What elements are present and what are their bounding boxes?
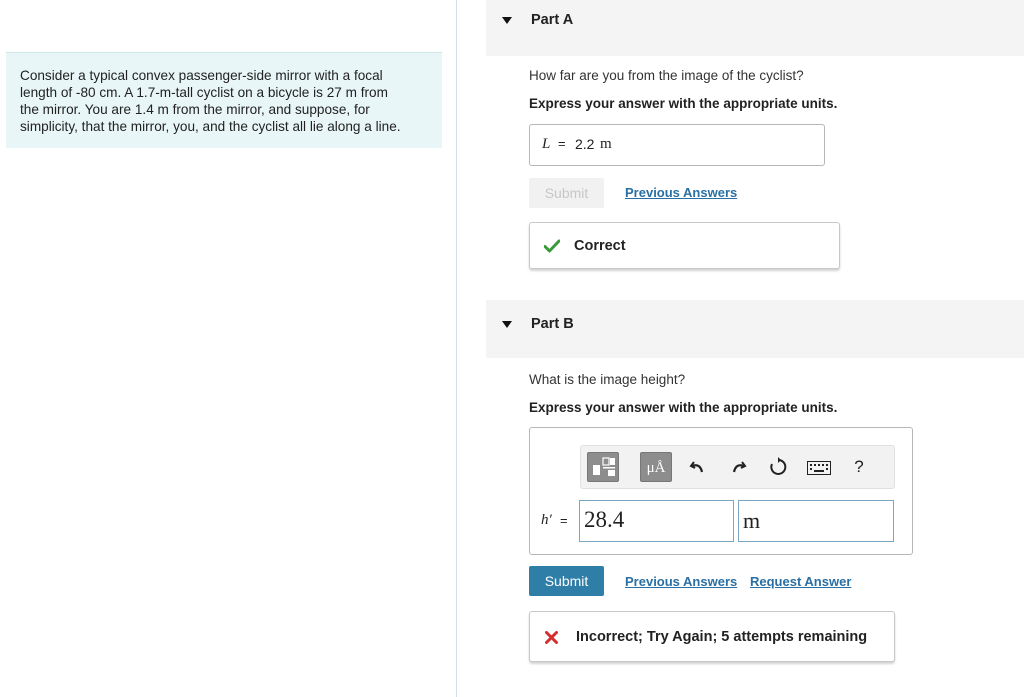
redo-icon[interactable] [729,458,747,476]
checkmark-icon [544,239,560,253]
part-a-answer-display: L = 2.2 m [529,124,825,166]
part-b-header[interactable]: Part B [486,300,1024,358]
collapse-triangle-icon[interactable] [502,321,512,328]
problem-statement: Consider a typical convex passenger-side… [6,52,442,148]
part-b-instruction: Express your answer with the appropriate… [529,400,838,415]
request-answer-link[interactable]: Request Answer [750,574,851,589]
templates-icon [593,457,615,476]
part-a-instruction: Express your answer with the appropriate… [529,96,838,111]
part-b-question: What is the image height? [529,372,686,387]
problem-line-2: length of -80 cm. A 1.7-m-tall cyclist o… [20,85,388,100]
x-mark-icon [545,631,558,644]
part-a-title: Part A [531,12,574,28]
templates-button[interactable] [587,452,619,482]
part-a-previous-answers-link[interactable]: Previous Answers [625,185,737,200]
answer-unit-input[interactable]: m [738,500,894,542]
answer-variable: L [542,136,551,152]
answer-equals: = [558,136,566,151]
answer-value-input[interactable]: 28.4 [579,500,734,542]
math-toolbar: μÅ ? [580,445,895,489]
part-a-header[interactable]: Part A [486,0,1024,56]
reset-icon[interactable] [768,457,788,477]
part-b-previous-answers-link[interactable]: Previous Answers [625,574,737,589]
problem-line-3: the mirror. You are 1.4 m from the mirro… [20,102,370,117]
part-b-title: Part B [531,316,574,332]
answer-equals: = [560,513,568,528]
part-a-feedback: Correct [529,222,840,269]
part-b-answer-editor: μÅ ? h′ = 28.4 m [529,427,913,555]
part-a-question: How far are you from the image of the cy… [529,68,804,83]
answer-variable: h′ [541,512,552,528]
answer-value: 2.2 [575,136,595,152]
part-b-submit-button[interactable]: Submit [529,566,604,596]
part-a-submit-button[interactable]: Submit [529,178,604,208]
problem-line-1: Consider a typical convex passenger-side… [20,68,383,83]
problem-panel: Consider a typical convex passenger-side… [0,0,457,697]
units-button[interactable]: μÅ [640,452,672,482]
part-b-feedback: Incorrect; Try Again; 5 attempts remaini… [529,611,895,662]
undo-icon[interactable] [689,458,707,476]
answer-unit: m [600,136,612,152]
keyboard-icon[interactable] [807,461,831,475]
part-a-feedback-text: Correct [574,238,626,254]
help-button[interactable]: ? [848,456,870,478]
part-b-feedback-text: Incorrect; Try Again; 5 attempts remaini… [576,629,868,645]
problem-line-4: simplicity, that the mirror, you, and th… [20,119,401,134]
collapse-triangle-icon[interactable] [502,17,512,24]
